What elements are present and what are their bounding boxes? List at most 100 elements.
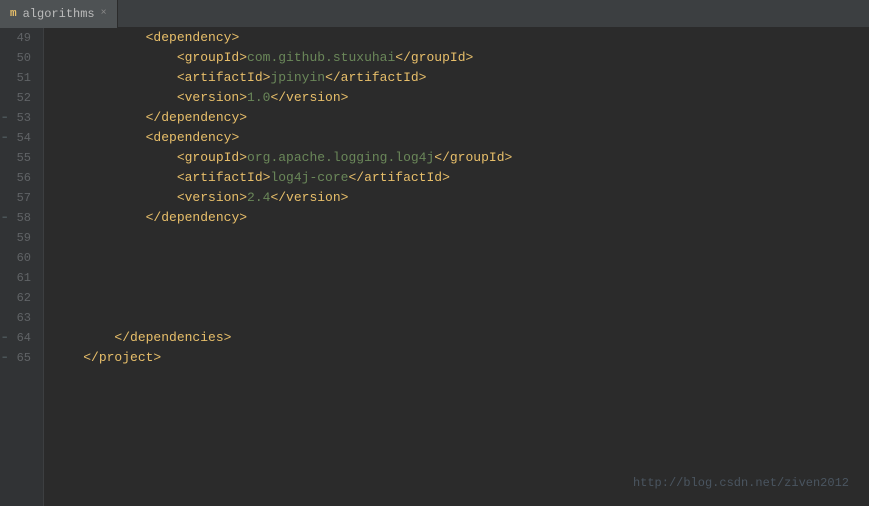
gutter-line: 50 <box>0 48 37 68</box>
line-number: 58 <box>17 208 31 228</box>
code-line: <dependency> <box>52 28 869 48</box>
code-line: <artifactId>log4j-core</artifactId> <box>52 168 869 188</box>
fold-icon[interactable]: − <box>2 108 7 128</box>
line-number: 65 <box>17 348 31 368</box>
line-number: 49 <box>17 28 31 48</box>
code-line: <groupId>org.apache.logging.log4j</group… <box>52 148 869 168</box>
watermark: http://blog.csdn.net/ziven2012 <box>633 476 849 490</box>
fold-icon[interactable]: − <box>2 128 7 148</box>
gutter-line: 63 <box>0 308 37 328</box>
token-tag: </version> <box>270 88 348 108</box>
line-number: 57 <box>17 188 31 208</box>
tab-close-button[interactable]: × <box>101 8 107 19</box>
token-indent <box>52 148 177 168</box>
code-line <box>52 228 869 248</box>
token-tag: </artifactId> <box>348 168 449 188</box>
line-number: 64 <box>17 328 31 348</box>
line-number: 54 <box>17 128 31 148</box>
line-number: 62 <box>17 288 31 308</box>
gutter-line: −54 <box>0 128 37 148</box>
line-gutter: 49505152−53−54555657−585960616263−64−65 <box>0 28 44 506</box>
token-tag: <groupId> <box>177 48 247 68</box>
code-line: </dependency> <box>52 108 869 128</box>
gutter-line: −53 <box>0 108 37 128</box>
line-number: 56 <box>17 168 31 188</box>
token-indent <box>52 48 177 68</box>
gutter-line: −65 <box>0 348 37 368</box>
gutter-line: 51 <box>0 68 37 88</box>
gutter-line: 61 <box>0 268 37 288</box>
token-tag: <groupId> <box>177 148 247 168</box>
code-line: </dependencies> <box>52 328 869 348</box>
token-indent <box>52 68 177 88</box>
gutter-line: 60 <box>0 248 37 268</box>
token-tag: </dependencies> <box>114 328 231 348</box>
token-tag: <dependency> <box>146 28 240 48</box>
code-line <box>52 308 869 328</box>
code-line: </dependency> <box>52 208 869 228</box>
gutter-line: 62 <box>0 288 37 308</box>
tab-algorithms[interactable]: m algorithms × <box>0 0 118 28</box>
token-indent <box>52 168 177 188</box>
tab-file-icon: m <box>10 8 17 20</box>
gutter-line: 52 <box>0 88 37 108</box>
code-line: </project> <box>52 348 869 368</box>
token-content: 1.0 <box>247 88 270 108</box>
line-number: 53 <box>17 108 31 128</box>
fold-icon[interactable]: − <box>2 348 7 368</box>
fold-icon[interactable]: − <box>2 208 7 228</box>
gutter-line: 56 <box>0 168 37 188</box>
gutter-line: −64 <box>0 328 37 348</box>
token-tag: <version> <box>177 88 247 108</box>
code-line: <dependency> <box>52 128 869 148</box>
code-line <box>52 248 869 268</box>
token-indent <box>52 108 146 128</box>
token-tag: </project> <box>83 348 161 368</box>
line-number: 61 <box>17 268 31 288</box>
gutter-line: 59 <box>0 228 37 248</box>
tab-bar: m algorithms × <box>0 0 869 28</box>
code-line: <artifactId>jpinyin</artifactId> <box>52 68 869 88</box>
editor-container: 49505152−53−54555657−585960616263−64−65 … <box>0 28 869 506</box>
line-number: 59 <box>17 228 31 248</box>
line-number: 50 <box>17 48 31 68</box>
code-area[interactable]: <dependency> <groupId>com.github.stuxuha… <box>44 28 869 506</box>
token-indent <box>52 188 177 208</box>
line-number: 63 <box>17 308 31 328</box>
line-number: 60 <box>17 248 31 268</box>
token-content: 2.4 <box>247 188 270 208</box>
line-number: 55 <box>17 148 31 168</box>
code-line: <version>2.4</version> <box>52 188 869 208</box>
line-number: 51 <box>17 68 31 88</box>
token-content: org.apache.logging.log4j <box>247 148 434 168</box>
token-tag: </groupId> <box>395 48 473 68</box>
token-indent <box>52 28 146 48</box>
token-content: jpinyin <box>270 68 325 88</box>
code-line <box>52 288 869 308</box>
gutter-line: 57 <box>0 188 37 208</box>
token-tag: </dependency> <box>146 208 247 228</box>
line-number: 52 <box>17 88 31 108</box>
token-tag: </dependency> <box>146 108 247 128</box>
token-tag: </groupId> <box>434 148 512 168</box>
token-tag: </version> <box>270 188 348 208</box>
gutter-line: −58 <box>0 208 37 228</box>
token-tag: </artifactId> <box>325 68 426 88</box>
token-indent <box>52 208 146 228</box>
token-tag: <artifactId> <box>177 168 271 188</box>
token-indent <box>52 328 114 348</box>
token-content: log4j-core <box>270 168 348 188</box>
gutter-line: 55 <box>0 148 37 168</box>
token-indent <box>52 128 146 148</box>
tab-label: algorithms <box>23 7 95 21</box>
token-tag: <dependency> <box>146 128 240 148</box>
token-indent <box>52 88 177 108</box>
code-line: <groupId>com.github.stuxuhai</groupId> <box>52 48 869 68</box>
token-indent <box>52 348 83 368</box>
fold-icon[interactable]: − <box>2 328 7 348</box>
gutter-line: 49 <box>0 28 37 48</box>
code-line <box>52 268 869 288</box>
token-tag: <version> <box>177 188 247 208</box>
token-content: com.github.stuxuhai <box>247 48 395 68</box>
token-tag: <artifactId> <box>177 68 271 88</box>
